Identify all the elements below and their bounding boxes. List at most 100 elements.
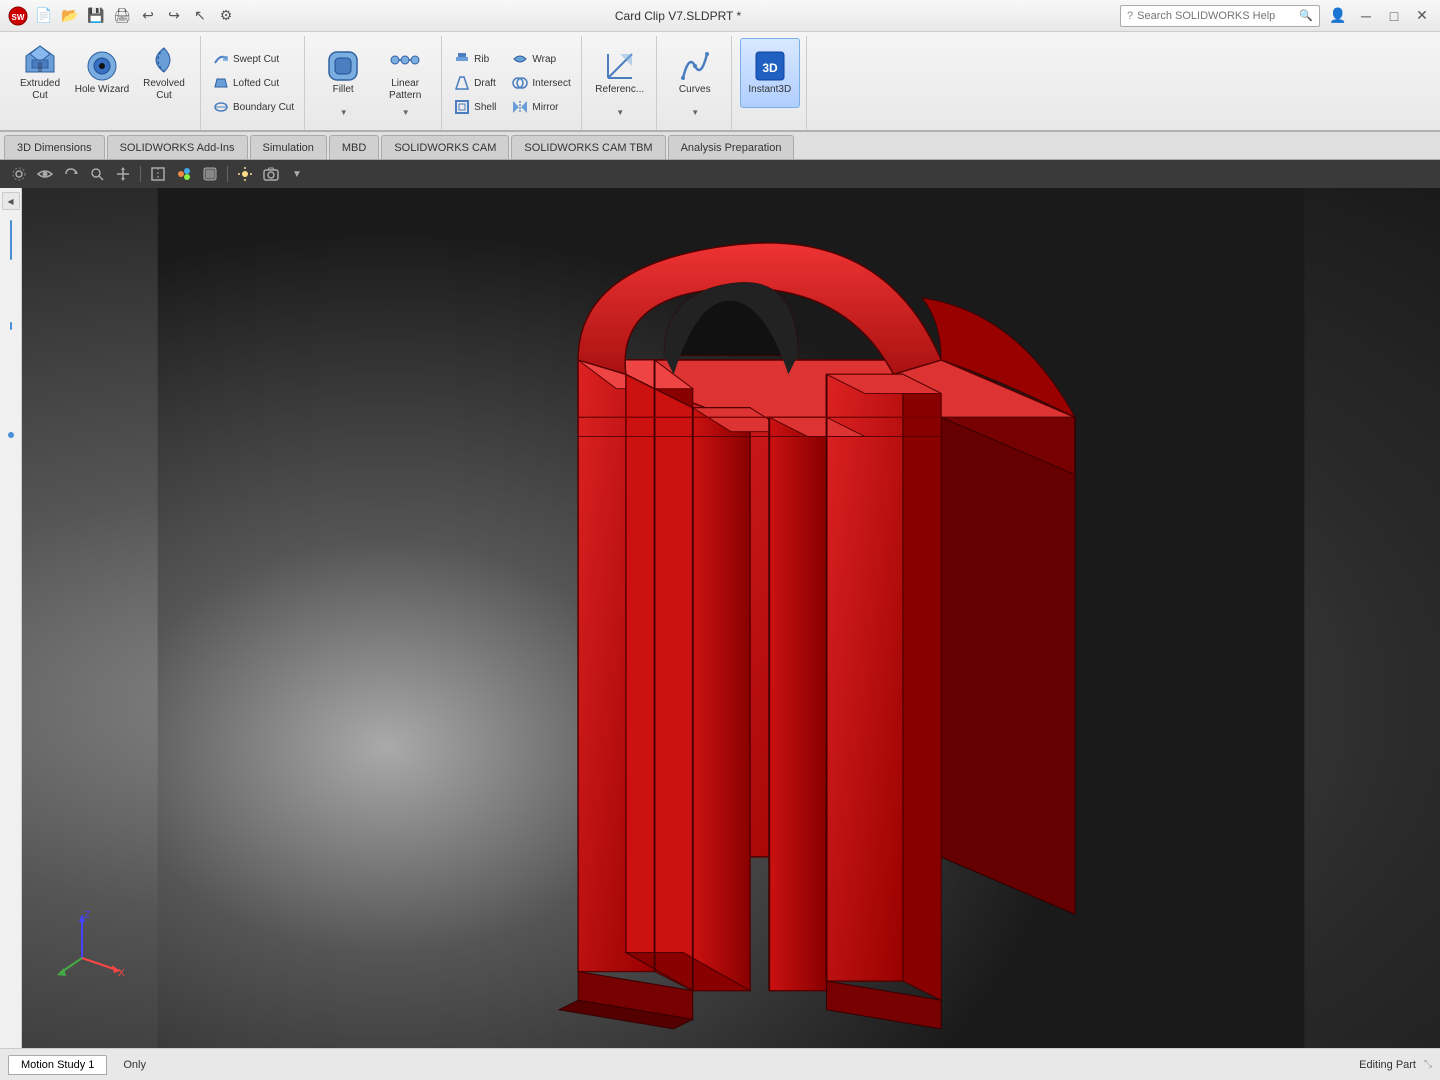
mirror-icon — [512, 99, 528, 115]
intersect-label: Intersect — [532, 78, 570, 89]
window-title: Card Clip V7.SLDPRT * — [615, 9, 741, 23]
options-icon[interactable]: ⚙ — [216, 6, 236, 26]
titlebar-right: ? 🔍 👤 ─ □ ✕ — [1120, 5, 1432, 27]
curves-dropdown-arrow[interactable]: ▼ — [691, 108, 699, 117]
print-icon[interactable]: 🖨 — [112, 6, 132, 26]
rotate-icon[interactable] — [60, 163, 82, 185]
search-input[interactable] — [1137, 10, 1299, 22]
lofted-cut-button[interactable]: Lofted Cut — [209, 73, 298, 93]
draft-button[interactable]: Draft — [450, 73, 500, 93]
open-icon[interactable]: 📂 — [60, 6, 80, 26]
feature-tabbar: 3D Dimensions SOLIDWORKS Add-Ins Simulat… — [0, 132, 1440, 160]
light-icon[interactable] — [234, 163, 256, 185]
curves-button[interactable]: Curves — [665, 38, 725, 108]
fillet-button[interactable]: Fillet — [313, 38, 373, 108]
swept-cut-button[interactable]: Swept Cut — [209, 49, 298, 69]
draft-label: Draft — [474, 78, 496, 89]
sw-logo-icon[interactable]: SW — [8, 6, 28, 26]
rib-button[interactable]: Rib — [450, 49, 500, 69]
view-subtoolbar: ▼ — [0, 160, 1440, 188]
draft-icon — [454, 75, 470, 91]
resize-handle[interactable]: ⤡ — [1424, 1059, 1432, 1070]
extruded-cut-label: Extruded Cut — [12, 78, 68, 102]
lofted-cut-icon — [213, 75, 229, 91]
search-box[interactable]: ? 🔍 — [1120, 5, 1320, 27]
view-settings-icon[interactable] — [8, 163, 30, 185]
features-group: Rib Draft Shell — [444, 36, 582, 130]
instant3d-group: 3D Instant3D — [734, 36, 807, 130]
mirror-button[interactable]: Mirror — [508, 97, 574, 117]
motion-study-tab[interactable]: Motion Study 1 — [8, 1055, 107, 1075]
redo-icon[interactable]: ↪ — [164, 6, 184, 26]
appearance-icon[interactable] — [173, 163, 195, 185]
svg-text:SW: SW — [12, 13, 25, 22]
ribbon-toolbar: Extruded Cut Hole Wizard — [0, 32, 1440, 132]
search-icon: 🔍 — [1299, 9, 1313, 22]
tab-solidworks-cam[interactable]: SOLIDWORKS CAM — [381, 135, 509, 159]
tab-3d-dimensions[interactable]: 3D Dimensions — [4, 135, 105, 159]
zoom-icon[interactable] — [86, 163, 108, 185]
linear-pattern-dropdown-arrow[interactable]: ▼ — [402, 108, 410, 117]
section-view-icon[interactable] — [147, 163, 169, 185]
svg-text:3D: 3D — [762, 61, 778, 75]
lofted-cut-label: Lofted Cut — [233, 78, 279, 89]
tab-mbd[interactable]: MBD — [329, 135, 379, 159]
minimize-icon[interactable]: ─ — [1356, 6, 1376, 26]
shell-label: Shell — [474, 102, 496, 113]
titlebar-left: SW 📄 📂 💾 🖨 ↩ ↪ ↖ ⚙ — [8, 6, 236, 26]
close-icon[interactable]: ✕ — [1412, 6, 1432, 26]
swept-cut-icon — [213, 51, 229, 67]
panel-collapse-btn[interactable]: ◀ — [2, 192, 20, 210]
fillet-dropdown-arrow[interactable]: ▼ — [340, 108, 348, 117]
fillet-pattern-group: Fillet ▼ Linear Pattern — [307, 36, 442, 130]
rib-icon — [454, 51, 470, 67]
rib-label: Rib — [474, 54, 489, 65]
wrap-button[interactable]: Wrap — [508, 49, 574, 69]
statusbar-left: Motion Study 1 — [8, 1055, 107, 1075]
reference-geometry-label: Referenc... — [595, 84, 644, 96]
tab-solidworks-addins[interactable]: SOLIDWORKS Add-Ins — [107, 135, 248, 159]
fillet-label: Fillet — [333, 84, 354, 96]
revolved-cut-button[interactable]: Revolved Cut — [134, 38, 194, 108]
maximize-icon[interactable]: □ — [1384, 6, 1404, 26]
intersect-icon — [512, 75, 528, 91]
save-icon[interactable]: 💾 — [86, 6, 106, 26]
pan-icon[interactable] — [112, 163, 134, 185]
feature-indicator-2 — [10, 322, 12, 330]
reference-geometry-button[interactable]: Referenc... — [590, 38, 650, 108]
3d-viewport[interactable]: Z X — [22, 188, 1440, 1048]
cut-variants-group: Swept Cut Lofted Cut Boundary Cut — [203, 36, 305, 130]
fillet-icon — [327, 50, 359, 82]
instant3d-icon: 3D — [754, 50, 786, 82]
boundary-cut-icon — [213, 99, 229, 115]
tab-analysis-preparation[interactable]: Analysis Preparation — [668, 135, 795, 159]
tab-solidworks-cam-tbm[interactable]: SOLIDWORKS CAM TBM — [511, 135, 665, 159]
hole-wizard-button[interactable]: Hole Wizard — [72, 38, 132, 108]
cursor-icon[interactable]: ↖ — [190, 6, 210, 26]
more-view-options-icon[interactable]: ▼ — [286, 163, 308, 185]
tab-simulation[interactable]: Simulation — [250, 135, 327, 159]
boundary-cut-label: Boundary Cut — [233, 102, 294, 113]
shell-button[interactable]: Shell — [450, 97, 500, 117]
statusbar-right: Editing Part ⤡ — [1359, 1059, 1432, 1071]
subtoolbar-separator-2 — [227, 166, 228, 182]
undo-icon[interactable]: ↩ — [138, 6, 158, 26]
hole-wizard-icon — [86, 50, 118, 82]
statusbar: Motion Study 1 Only Editing Part ⤡ — [0, 1048, 1440, 1080]
display-mode-icon[interactable] — [199, 163, 221, 185]
3d-model[interactable] — [22, 188, 1440, 1048]
cut-features-group: Extruded Cut Hole Wizard — [4, 36, 201, 130]
new-icon[interactable]: 📄 — [34, 6, 54, 26]
instant3d-button[interactable]: 3D Instant3D — [740, 38, 800, 108]
boundary-cut-button[interactable]: Boundary Cut — [209, 97, 298, 117]
extruded-cut-button[interactable]: Extruded Cut — [10, 38, 70, 108]
reference-dropdown-arrow[interactable]: ▼ — [616, 108, 624, 117]
intersect-button[interactable]: Intersect — [508, 73, 574, 93]
camera-icon[interactable] — [260, 163, 282, 185]
linear-pattern-button[interactable]: Linear Pattern — [375, 38, 435, 108]
wrap-label: Wrap — [532, 54, 556, 65]
reference-group: Referenc... ▼ — [584, 36, 657, 130]
user-icon[interactable]: 👤 — [1328, 6, 1348, 26]
view-eye-icon[interactable] — [34, 163, 56, 185]
revolved-cut-icon — [148, 44, 180, 76]
